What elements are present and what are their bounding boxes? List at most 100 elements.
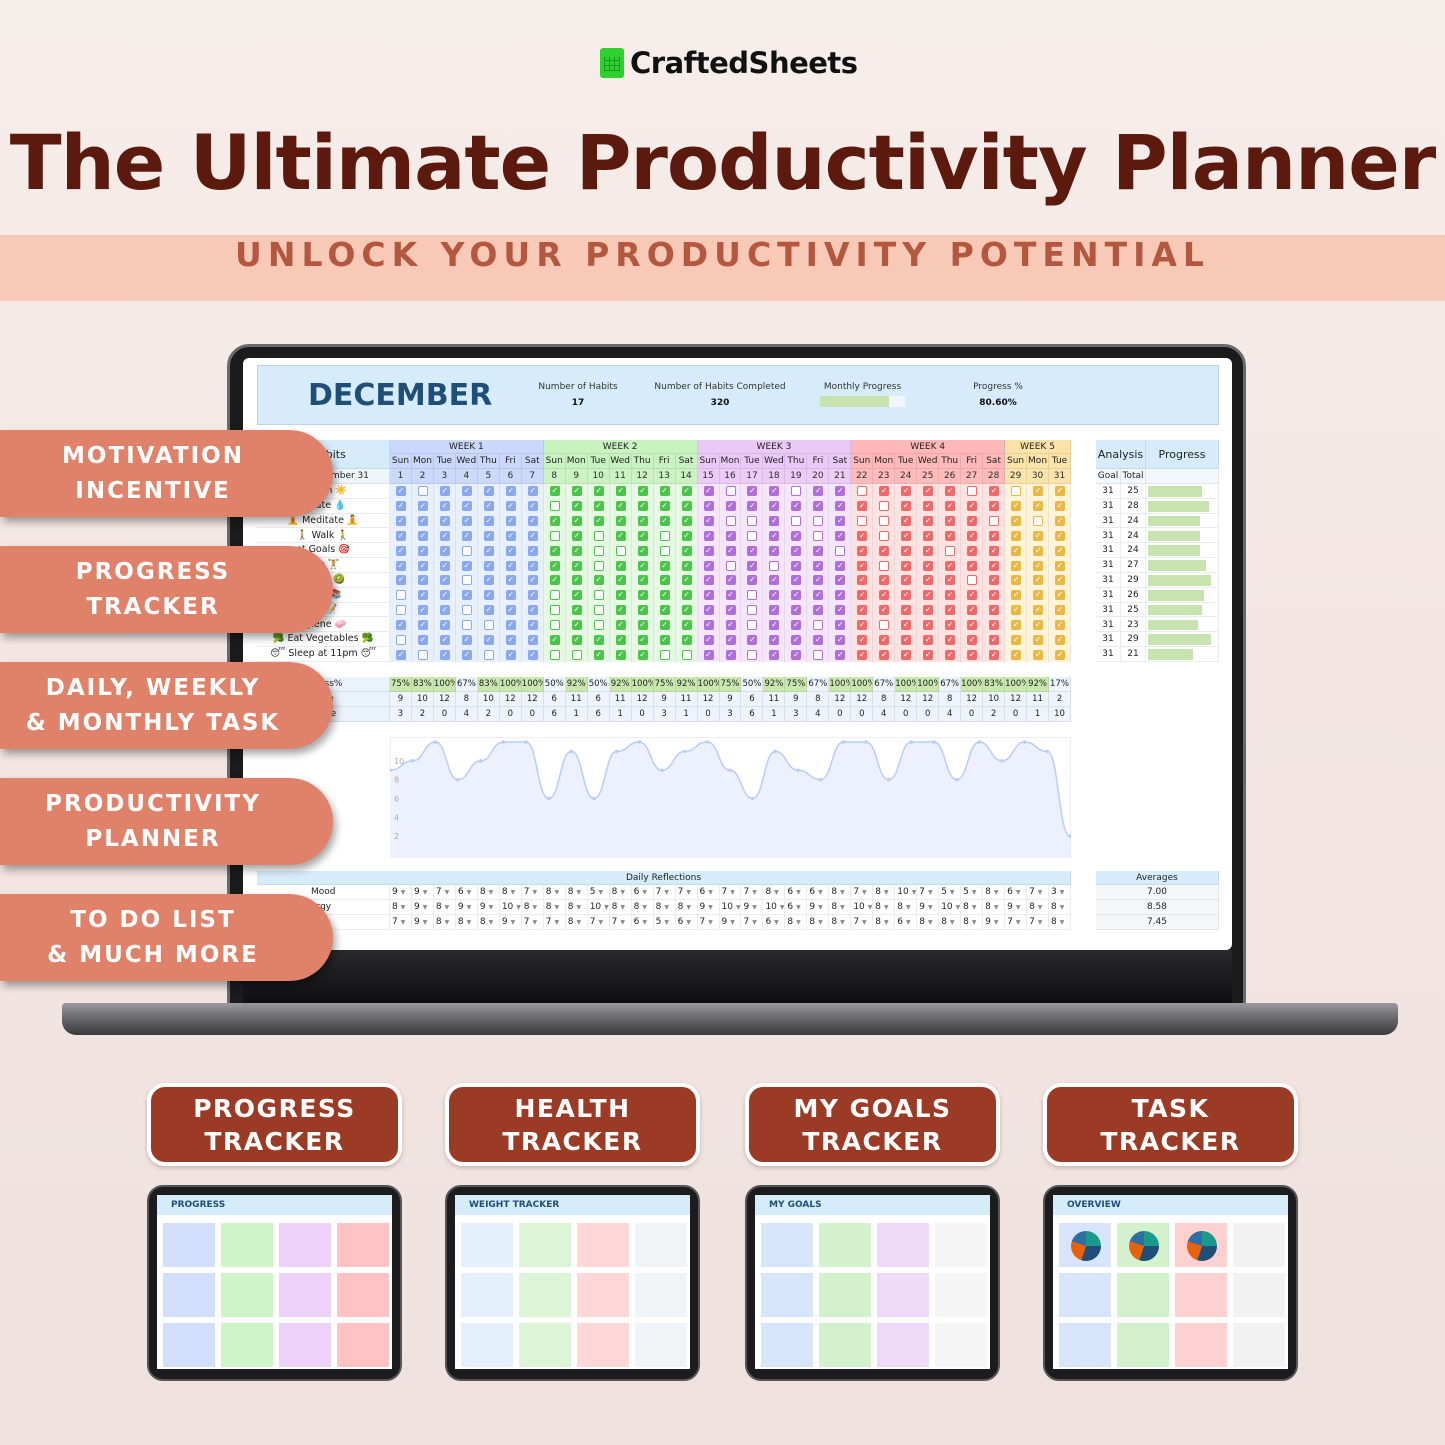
checkbox-checked[interactable]: ✓	[615, 619, 626, 630]
checkbox-checked[interactable]: ✓	[395, 530, 406, 541]
checkbox-checked[interactable]: ✓	[637, 634, 648, 645]
reflection-dropdown[interactable]: 7 ▼	[587, 915, 610, 930]
checkbox-checked[interactable]: ✓	[967, 605, 978, 616]
checkbox-checked[interactable]: ✓	[483, 590, 494, 601]
checkbox-checked[interactable]: ✓	[967, 619, 978, 630]
checkbox-checked[interactable]: ✓	[901, 649, 912, 660]
checkbox-unchecked[interactable]	[417, 649, 428, 660]
checkbox-checked[interactable]: ✓	[901, 530, 912, 541]
reflection-dropdown[interactable]: 7 ▼	[653, 885, 676, 900]
reflection-dropdown[interactable]: 8 ▼	[390, 900, 412, 915]
checkbox-checked[interactable]: ✓	[505, 575, 516, 586]
checkbox-unchecked[interactable]	[593, 560, 604, 571]
reflection-dropdown[interactable]: 7 ▼	[390, 915, 412, 930]
checkbox-checked[interactable]: ✓	[769, 605, 780, 616]
checkbox-checked[interactable]: ✓	[505, 501, 516, 512]
checkbox-unchecked[interactable]	[395, 634, 406, 645]
checkbox-checked[interactable]: ✓	[461, 649, 472, 660]
checkbox-checked[interactable]: ✓	[813, 560, 824, 571]
checkbox-checked[interactable]: ✓	[813, 605, 824, 616]
reflection-dropdown[interactable]: 8 ▼	[961, 900, 984, 915]
checkbox-unchecked[interactable]	[461, 575, 472, 586]
checkbox-checked[interactable]: ✓	[1033, 545, 1044, 556]
checkbox-checked[interactable]: ✓	[461, 590, 472, 601]
checkbox-checked[interactable]: ✓	[439, 575, 450, 586]
checkbox-checked[interactable]: ✓	[747, 545, 758, 556]
checkbox-checked[interactable]: ✓	[637, 649, 648, 660]
checkbox-checked[interactable]: ✓	[681, 486, 692, 497]
checkbox-checked[interactable]: ✓	[439, 605, 450, 616]
checkbox-checked[interactable]: ✓	[417, 516, 428, 527]
checkbox-unchecked[interactable]	[747, 530, 758, 541]
checkbox-checked[interactable]: ✓	[505, 486, 516, 497]
checkbox-checked[interactable]: ✓	[791, 590, 802, 601]
checkbox-checked[interactable]: ✓	[1033, 590, 1044, 601]
checkbox-checked[interactable]: ✓	[1055, 560, 1066, 571]
checkbox-checked[interactable]: ✓	[769, 575, 780, 586]
checkbox-unchecked[interactable]	[461, 605, 472, 616]
checkbox-checked[interactable]: ✓	[989, 605, 1000, 616]
checkbox-checked[interactable]: ✓	[659, 634, 670, 645]
checkbox-checked[interactable]: ✓	[439, 649, 450, 660]
checkbox-checked[interactable]: ✓	[879, 575, 890, 586]
checkbox-checked[interactable]: ✓	[593, 501, 604, 512]
checkbox-checked[interactable]: ✓	[901, 605, 912, 616]
checkbox-checked[interactable]: ✓	[461, 486, 472, 497]
checkbox-unchecked[interactable]	[395, 605, 406, 616]
checkbox-checked[interactable]: ✓	[527, 501, 538, 512]
reflection-dropdown[interactable]: 9 ▼	[697, 900, 720, 915]
checkbox-checked[interactable]: ✓	[813, 501, 824, 512]
reflection-dropdown[interactable]: 6 ▼	[763, 915, 786, 930]
checkbox-checked[interactable]: ✓	[571, 560, 582, 571]
checkbox-checked[interactable]: ✓	[835, 619, 846, 630]
checkbox-checked[interactable]: ✓	[725, 619, 736, 630]
checkbox-checked[interactable]: ✓	[857, 575, 868, 586]
checkbox-checked[interactable]: ✓	[681, 516, 692, 527]
checkbox-checked[interactable]: ✓	[571, 575, 582, 586]
checkbox-unchecked[interactable]	[769, 560, 780, 571]
checkbox-checked[interactable]: ✓	[791, 560, 802, 571]
checkbox-checked[interactable]: ✓	[417, 605, 428, 616]
checkbox-checked[interactable]: ✓	[439, 545, 450, 556]
checkbox-checked[interactable]: ✓	[417, 560, 428, 571]
checkbox-checked[interactable]: ✓	[659, 516, 670, 527]
checkbox-checked[interactable]: ✓	[571, 590, 582, 601]
checkbox-checked[interactable]: ✓	[1055, 516, 1066, 527]
checkbox-checked[interactable]: ✓	[813, 634, 824, 645]
reflection-dropdown[interactable]: 6 ▼	[807, 885, 830, 900]
checkbox-checked[interactable]: ✓	[923, 486, 934, 497]
checkbox-checked[interactable]: ✓	[769, 634, 780, 645]
checkbox-unchecked[interactable]	[483, 619, 494, 630]
checkbox-checked[interactable]: ✓	[1033, 486, 1044, 497]
checkbox-checked[interactable]: ✓	[791, 530, 802, 541]
checkbox-checked[interactable]: ✓	[879, 649, 890, 660]
checkbox-checked[interactable]: ✓	[681, 634, 692, 645]
checkbox-checked[interactable]: ✓	[835, 516, 846, 527]
checkbox-unchecked[interactable]	[1011, 486, 1022, 497]
checkbox-checked[interactable]: ✓	[989, 634, 1000, 645]
reflection-dropdown[interactable]: 5 ▼	[961, 885, 984, 900]
reflection-dropdown[interactable]: 5 ▼	[587, 885, 610, 900]
reflection-dropdown[interactable]: 9 ▼	[499, 915, 522, 930]
checkbox-unchecked[interactable]	[747, 619, 758, 630]
checkbox-checked[interactable]: ✓	[1011, 545, 1022, 556]
reflection-dropdown[interactable]: 8 ▼	[455, 915, 478, 930]
reflection-dropdown[interactable]: 6 ▼	[697, 885, 720, 900]
checkbox-checked[interactable]: ✓	[945, 634, 956, 645]
checkbox-unchecked[interactable]	[791, 516, 802, 527]
checkbox-unchecked[interactable]	[879, 516, 890, 527]
checkbox-checked[interactable]: ✓	[791, 575, 802, 586]
checkbox-checked[interactable]: ✓	[615, 605, 626, 616]
checkbox-checked[interactable]: ✓	[395, 501, 406, 512]
checkbox-checked[interactable]: ✓	[703, 545, 714, 556]
checkbox-checked[interactable]: ✓	[835, 649, 846, 660]
checkbox-checked[interactable]: ✓	[879, 605, 890, 616]
checkbox-checked[interactable]: ✓	[527, 634, 538, 645]
checkbox-checked[interactable]: ✓	[967, 560, 978, 571]
checkbox-checked[interactable]: ✓	[1055, 501, 1066, 512]
checkbox-checked[interactable]: ✓	[725, 545, 736, 556]
checkbox-unchecked[interactable]	[967, 486, 978, 497]
checkbox-checked[interactable]: ✓	[527, 605, 538, 616]
checkbox-checked[interactable]: ✓	[417, 590, 428, 601]
reflection-dropdown[interactable]: 7 ▼	[609, 915, 632, 930]
